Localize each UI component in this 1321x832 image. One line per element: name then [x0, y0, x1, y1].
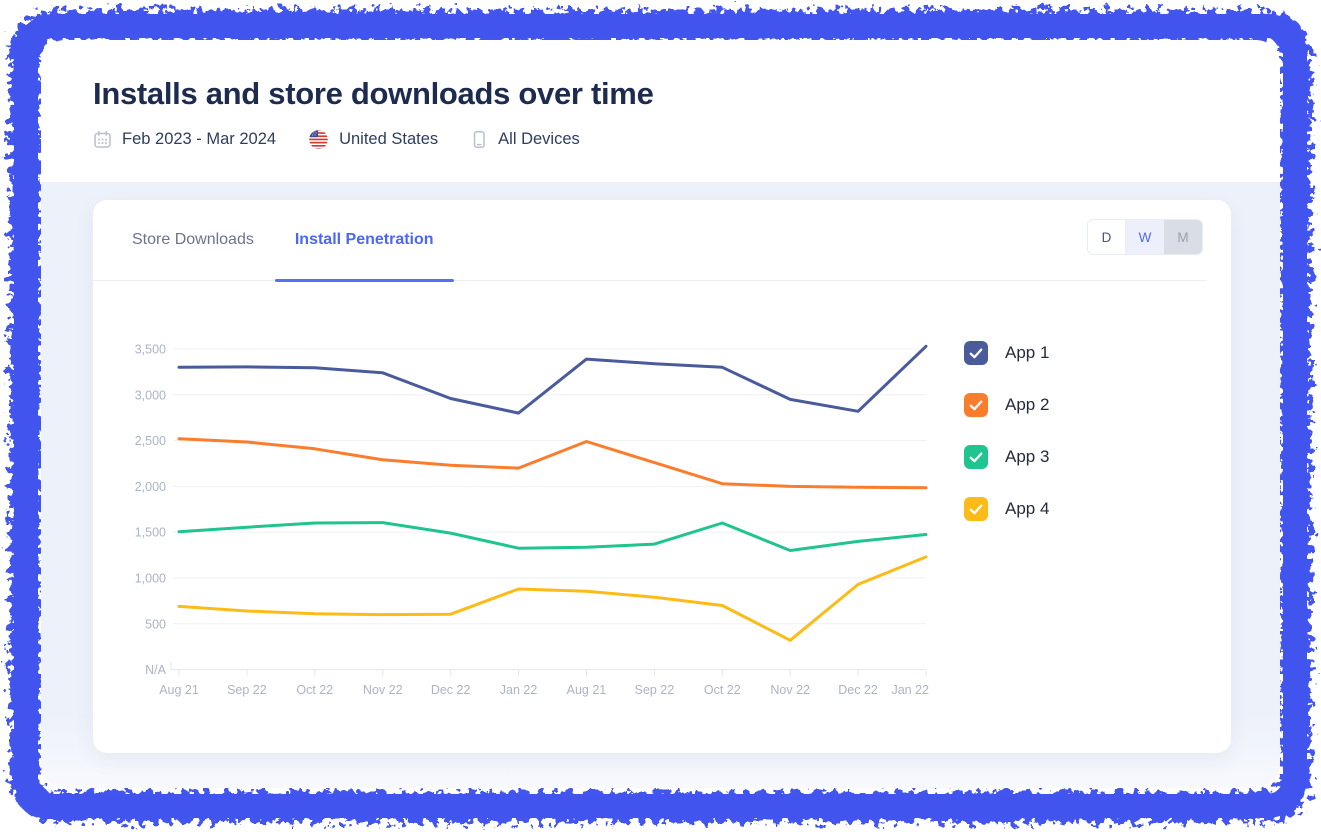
country-label: United States — [339, 130, 438, 149]
series-line-app-4 — [179, 557, 926, 640]
y-axis-label: 3,000 — [135, 388, 166, 402]
granularity-week-button[interactable]: W — [1126, 220, 1164, 254]
x-axis-label: Dec 22 — [838, 683, 878, 697]
y-axis-label: 2,000 — [135, 480, 166, 494]
series-line-app-2 — [179, 439, 926, 488]
us-flag-icon — [308, 129, 329, 150]
page-title: Installs and store downloads over time — [93, 76, 1228, 112]
x-axis-label: Jan 22 — [891, 683, 929, 697]
granularity-day-button[interactable]: D — [1088, 220, 1126, 254]
y-axis-label: 3,500 — [135, 343, 166, 357]
country-filter[interactable]: United States — [308, 129, 438, 150]
devices-filter[interactable]: All Devices — [470, 130, 580, 149]
legend-checkbox-checked[interactable] — [964, 445, 988, 469]
tab-bar: Store Downloads Install Penetration — [93, 200, 1207, 281]
x-axis-label: Jan 22 — [500, 683, 538, 697]
tab-store-downloads[interactable]: Store Downloads — [132, 200, 254, 280]
legend-item-app-1[interactable]: App 1 — [964, 341, 1049, 365]
date-range-label: Feb 2023 - Mar 2024 — [122, 130, 276, 149]
legend-checkbox-checked[interactable] — [964, 393, 988, 417]
filter-bar: Feb 2023 - Mar 2024 — [93, 129, 1228, 150]
legend-label: App 3 — [1005, 447, 1049, 467]
legend-label: App 1 — [1005, 343, 1049, 363]
legend-label: App 2 — [1005, 395, 1049, 415]
y-axis-label: N/A — [145, 663, 167, 677]
page-header: Installs and store downloads over time — [93, 76, 1228, 150]
x-axis-label: Sep 22 — [227, 683, 267, 697]
checkmark-icon — [967, 396, 985, 414]
tab-install-penetration[interactable]: Install Penetration — [275, 200, 454, 280]
x-axis-label: Dec 22 — [431, 683, 471, 697]
x-axis-label: Oct 22 — [704, 683, 741, 697]
calendar-icon — [93, 130, 112, 149]
legend-item-app-3[interactable]: App 3 — [964, 445, 1049, 469]
x-axis-label: Aug 21 — [159, 683, 199, 697]
x-axis-label: Nov 22 — [770, 683, 810, 697]
granularity-month-button[interactable]: M — [1164, 220, 1202, 254]
legend: App 1 App 2 App 3 App 4 — [964, 341, 1049, 549]
series-line-app-3 — [179, 523, 926, 551]
checkmark-icon — [967, 500, 985, 518]
legend-item-app-2[interactable]: App 2 — [964, 393, 1049, 417]
legend-item-app-4[interactable]: App 4 — [964, 497, 1049, 521]
x-axis-label: Oct 22 — [296, 683, 333, 697]
series-line-app-1 — [179, 346, 926, 413]
y-axis-label: 1,500 — [135, 526, 166, 540]
granularity-toggle: D W M — [1087, 219, 1203, 255]
legend-label: App 4 — [1005, 499, 1049, 519]
y-axis-label: 500 — [145, 617, 166, 631]
y-axis-label: 2,500 — [135, 434, 166, 448]
dashboard-panel: Installs and store downloads over time — [41, 40, 1280, 788]
checkmark-icon — [967, 448, 985, 466]
devices-label: All Devices — [498, 130, 580, 149]
x-axis-label: Sep 22 — [635, 683, 675, 697]
device-icon — [470, 130, 488, 149]
date-range-filter[interactable]: Feb 2023 - Mar 2024 — [93, 130, 276, 149]
chart-card: Store Downloads Install Penetration D W … — [93, 200, 1231, 753]
legend-checkbox-checked[interactable] — [964, 341, 988, 365]
y-axis-label: 1,000 — [135, 572, 166, 586]
checkmark-icon — [967, 344, 985, 362]
x-axis-label: Nov 22 — [363, 683, 403, 697]
legend-checkbox-checked[interactable] — [964, 497, 988, 521]
line-chart: 3,500 3,000 2,500 2,000 1,500 1,000 500 N/A Aug … — [93, 300, 1231, 720]
app-window: Installs and store downloads over time — [0, 0, 1321, 832]
x-axis-label: Aug 21 — [567, 683, 607, 697]
